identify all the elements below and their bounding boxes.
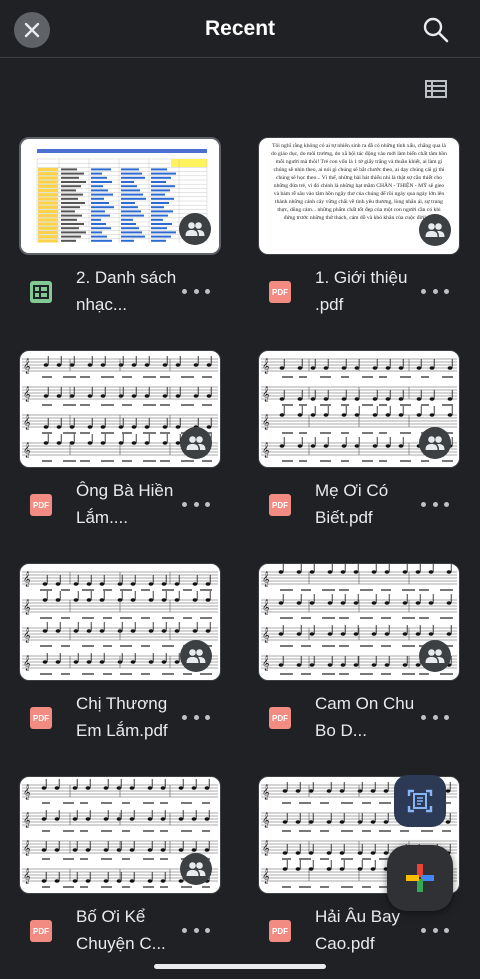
people-icon bbox=[425, 436, 445, 450]
search-button[interactable] bbox=[420, 14, 452, 46]
more-horiz-icon bbox=[182, 714, 210, 720]
svg-text:𝄞: 𝄞 bbox=[23, 656, 31, 671]
svg-text:𝄞: 𝄞 bbox=[262, 841, 270, 856]
more-options-button[interactable] bbox=[421, 496, 449, 512]
svg-text:𝄞: 𝄞 bbox=[262, 415, 270, 430]
pdf-file-icon: PDF bbox=[269, 707, 291, 729]
more-horiz-icon bbox=[182, 501, 210, 507]
svg-text:𝄞: 𝄞 bbox=[262, 443, 270, 458]
thumbnail-text: Tôi nghĩ rằng không có ai tự nhiên sinh … bbox=[271, 143, 447, 221]
document-scanner-icon bbox=[407, 789, 433, 813]
file-thumbnail[interactable]: Tôi nghĩ rằng không có ai tự nhiên sinh … bbox=[258, 137, 460, 255]
svg-text:𝄞: 𝄞 bbox=[23, 572, 31, 587]
plus-icon bbox=[406, 864, 434, 892]
pdf-icon-label: PDF bbox=[272, 287, 288, 297]
view-toggle-button[interactable] bbox=[424, 78, 448, 100]
svg-text:𝄞: 𝄞 bbox=[23, 785, 31, 800]
shared-badge bbox=[419, 427, 451, 459]
pdf-file-icon: PDF bbox=[30, 494, 52, 516]
more-horiz-icon bbox=[421, 927, 449, 933]
svg-text:𝄞: 𝄞 bbox=[23, 387, 31, 402]
file-name[interactable]: Cam On Chu Bo D... bbox=[315, 690, 425, 744]
more-options-button[interactable] bbox=[421, 709, 449, 725]
shared-badge bbox=[419, 214, 451, 246]
more-horiz-icon bbox=[421, 501, 449, 507]
pdf-icon-label: PDF bbox=[33, 926, 49, 936]
svg-text:𝄞: 𝄞 bbox=[262, 628, 270, 643]
shared-badge bbox=[179, 213, 211, 245]
svg-text:𝄞: 𝄞 bbox=[262, 359, 270, 374]
svg-text:𝄞: 𝄞 bbox=[23, 813, 31, 828]
pdf-file-icon: PDF bbox=[269, 281, 291, 303]
people-icon bbox=[425, 223, 445, 237]
header-divider bbox=[0, 57, 480, 58]
file-name[interactable]: Ông Bà Hiền Lắm.... bbox=[76, 477, 186, 531]
svg-text:𝄞: 𝄞 bbox=[262, 813, 270, 828]
file-thumbnail[interactable]: 𝄞 𝄞 𝄞 𝄞 bbox=[258, 350, 460, 468]
file-name[interactable]: Bố Ơi Kể Chuyện C... bbox=[76, 903, 186, 957]
file-name[interactable]: Hải Âu Bay Cao.pdf bbox=[315, 903, 425, 957]
svg-text:𝄞: 𝄞 bbox=[262, 600, 270, 615]
pdf-icon-label: PDF bbox=[33, 713, 49, 723]
file-name[interactable]: Chị Thương Em Lắm.pdf bbox=[76, 690, 186, 744]
shared-badge bbox=[180, 640, 212, 672]
scan-button[interactable] bbox=[394, 775, 446, 827]
more-horiz-icon bbox=[421, 288, 449, 294]
more-options-button[interactable] bbox=[182, 922, 210, 938]
more-options-button[interactable] bbox=[182, 283, 210, 299]
svg-text:𝄞: 𝄞 bbox=[23, 869, 31, 884]
top-app-bar: Recent bbox=[0, 0, 480, 58]
more-options-button[interactable] bbox=[182, 709, 210, 725]
file-thumbnail[interactable]: 𝄞 𝄞 𝄞 𝄞 bbox=[19, 776, 221, 894]
svg-text:𝄞: 𝄞 bbox=[23, 628, 31, 643]
pdf-icon-label: PDF bbox=[272, 500, 288, 510]
search-icon bbox=[423, 17, 449, 43]
more-horiz-icon bbox=[182, 288, 210, 294]
pdf-icon-label: PDF bbox=[33, 500, 49, 510]
svg-text:𝄞: 𝄞 bbox=[262, 869, 270, 884]
people-icon bbox=[186, 649, 206, 663]
pdf-file-icon: PDF bbox=[269, 494, 291, 516]
shared-badge bbox=[180, 853, 212, 885]
more-options-button[interactable] bbox=[182, 496, 210, 512]
pdf-file-icon: PDF bbox=[30, 707, 52, 729]
people-icon bbox=[185, 222, 205, 236]
svg-text:𝄞: 𝄞 bbox=[23, 841, 31, 856]
shared-badge bbox=[180, 427, 212, 459]
more-horiz-icon bbox=[182, 927, 210, 933]
file-thumbnail[interactable]: 𝄞 𝄞 𝄞 𝄞 bbox=[19, 350, 221, 468]
svg-text:𝄞: 𝄞 bbox=[262, 785, 270, 800]
svg-text:𝄞: 𝄞 bbox=[262, 387, 270, 402]
svg-text:𝄞: 𝄞 bbox=[23, 415, 31, 430]
page-title: Recent bbox=[204, 17, 276, 40]
people-icon bbox=[425, 649, 445, 663]
new-button[interactable] bbox=[387, 845, 453, 911]
pdf-file-icon: PDF bbox=[30, 920, 52, 942]
people-icon bbox=[186, 436, 206, 450]
home-indicator bbox=[154, 964, 326, 969]
file-thumbnail[interactable] bbox=[19, 137, 221, 255]
file-name[interactable]: 1. Giới thiệu .pdf bbox=[315, 264, 425, 318]
svg-text:𝄞: 𝄞 bbox=[23, 443, 31, 458]
file-thumbnail[interactable]: 𝄞 𝄞 𝄞 𝄞 bbox=[258, 563, 460, 681]
file-thumbnail[interactable]: 𝄞 𝄞 𝄞 𝄞 bbox=[19, 563, 221, 681]
svg-text:𝄞: 𝄞 bbox=[262, 572, 270, 587]
more-horiz-icon bbox=[421, 714, 449, 720]
more-options-button[interactable] bbox=[421, 922, 449, 938]
sheets-file-icon bbox=[30, 281, 52, 303]
pdf-icon-label: PDF bbox=[272, 926, 288, 936]
svg-text:𝄞: 𝄞 bbox=[23, 600, 31, 615]
pdf-file-icon: PDF bbox=[269, 920, 291, 942]
shared-badge bbox=[419, 640, 451, 672]
file-name[interactable]: 2. Danh sách nhạc... bbox=[76, 264, 186, 318]
pdf-icon-label: PDF bbox=[272, 713, 288, 723]
svg-text:𝄞: 𝄞 bbox=[262, 656, 270, 671]
list-view-icon bbox=[425, 80, 447, 98]
svg-text:𝄞: 𝄞 bbox=[23, 359, 31, 374]
more-options-button[interactable] bbox=[421, 283, 449, 299]
file-name[interactable]: Mẹ Ơi Có Biết.pdf bbox=[315, 477, 425, 531]
people-icon bbox=[186, 862, 206, 876]
